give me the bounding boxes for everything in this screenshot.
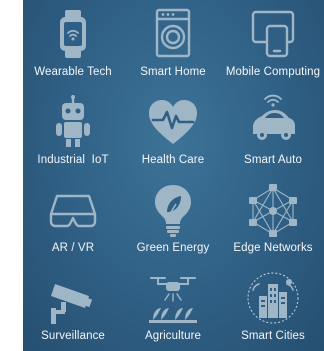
tile-smart-auto[interactable]: Smart Auto: [223, 88, 323, 175]
tile-label: Agriculture: [144, 330, 202, 342]
tile-edge-networks[interactable]: Edge Networks: [223, 176, 323, 263]
security-camera-icon: [45, 270, 101, 326]
tile-health-care[interactable]: Health Care: [123, 88, 223, 175]
tile-label: Health Care: [141, 154, 205, 166]
tile-label: AR / VR: [51, 242, 95, 254]
smartwatch-icon: [45, 6, 101, 62]
tile-ar-vr[interactable]: AR / VR: [23, 176, 123, 263]
tile-label: Smart Home: [140, 66, 206, 78]
tile-label: Edge Networks: [233, 242, 313, 254]
tile-wearable-tech[interactable]: Wearable Tech: [23, 0, 123, 87]
tile-agriculture[interactable]: Agriculture: [123, 264, 223, 351]
drone-crops-icon: [145, 270, 201, 326]
network-mesh-icon: [245, 182, 301, 238]
tile-smart-cities[interactable]: Smart Cities: [223, 264, 323, 351]
tile-smart-home[interactable]: Smart Home: [123, 0, 223, 87]
robot-icon: [45, 94, 101, 150]
tile-label: Industrial IoT: [37, 154, 109, 166]
tile-surveillance[interactable]: Surveillance: [23, 264, 123, 351]
city-network-icon: [245, 270, 301, 326]
tile-mobile-computing[interactable]: Mobile Computing: [223, 0, 323, 87]
tile-label: Smart Auto: [244, 154, 302, 166]
tile-label: Surveillance: [41, 330, 105, 342]
heartbeat-icon: [145, 94, 201, 150]
tile-label: Smart Cities: [241, 330, 305, 342]
connected-car-icon: [245, 94, 301, 150]
tile-label: Mobile Computing: [225, 66, 321, 78]
tile-label: Green Energy: [136, 242, 210, 254]
iot-applications-panel: Wearable Tech Smart Home Mobile Computin…: [23, 0, 324, 351]
tile-label: Wearable Tech: [34, 66, 112, 78]
tile-green-energy[interactable]: Green Energy: [123, 176, 223, 263]
eco-lightbulb-icon: [145, 182, 201, 238]
tile-industrial-iot[interactable]: Industrial IoT: [23, 88, 123, 175]
washing-machine-icon: [145, 6, 201, 62]
tile-grid: Wearable Tech Smart Home Mobile Computin…: [23, 0, 324, 351]
smart-glasses-icon: [45, 182, 101, 238]
phone-tablet-icon: [245, 6, 301, 62]
